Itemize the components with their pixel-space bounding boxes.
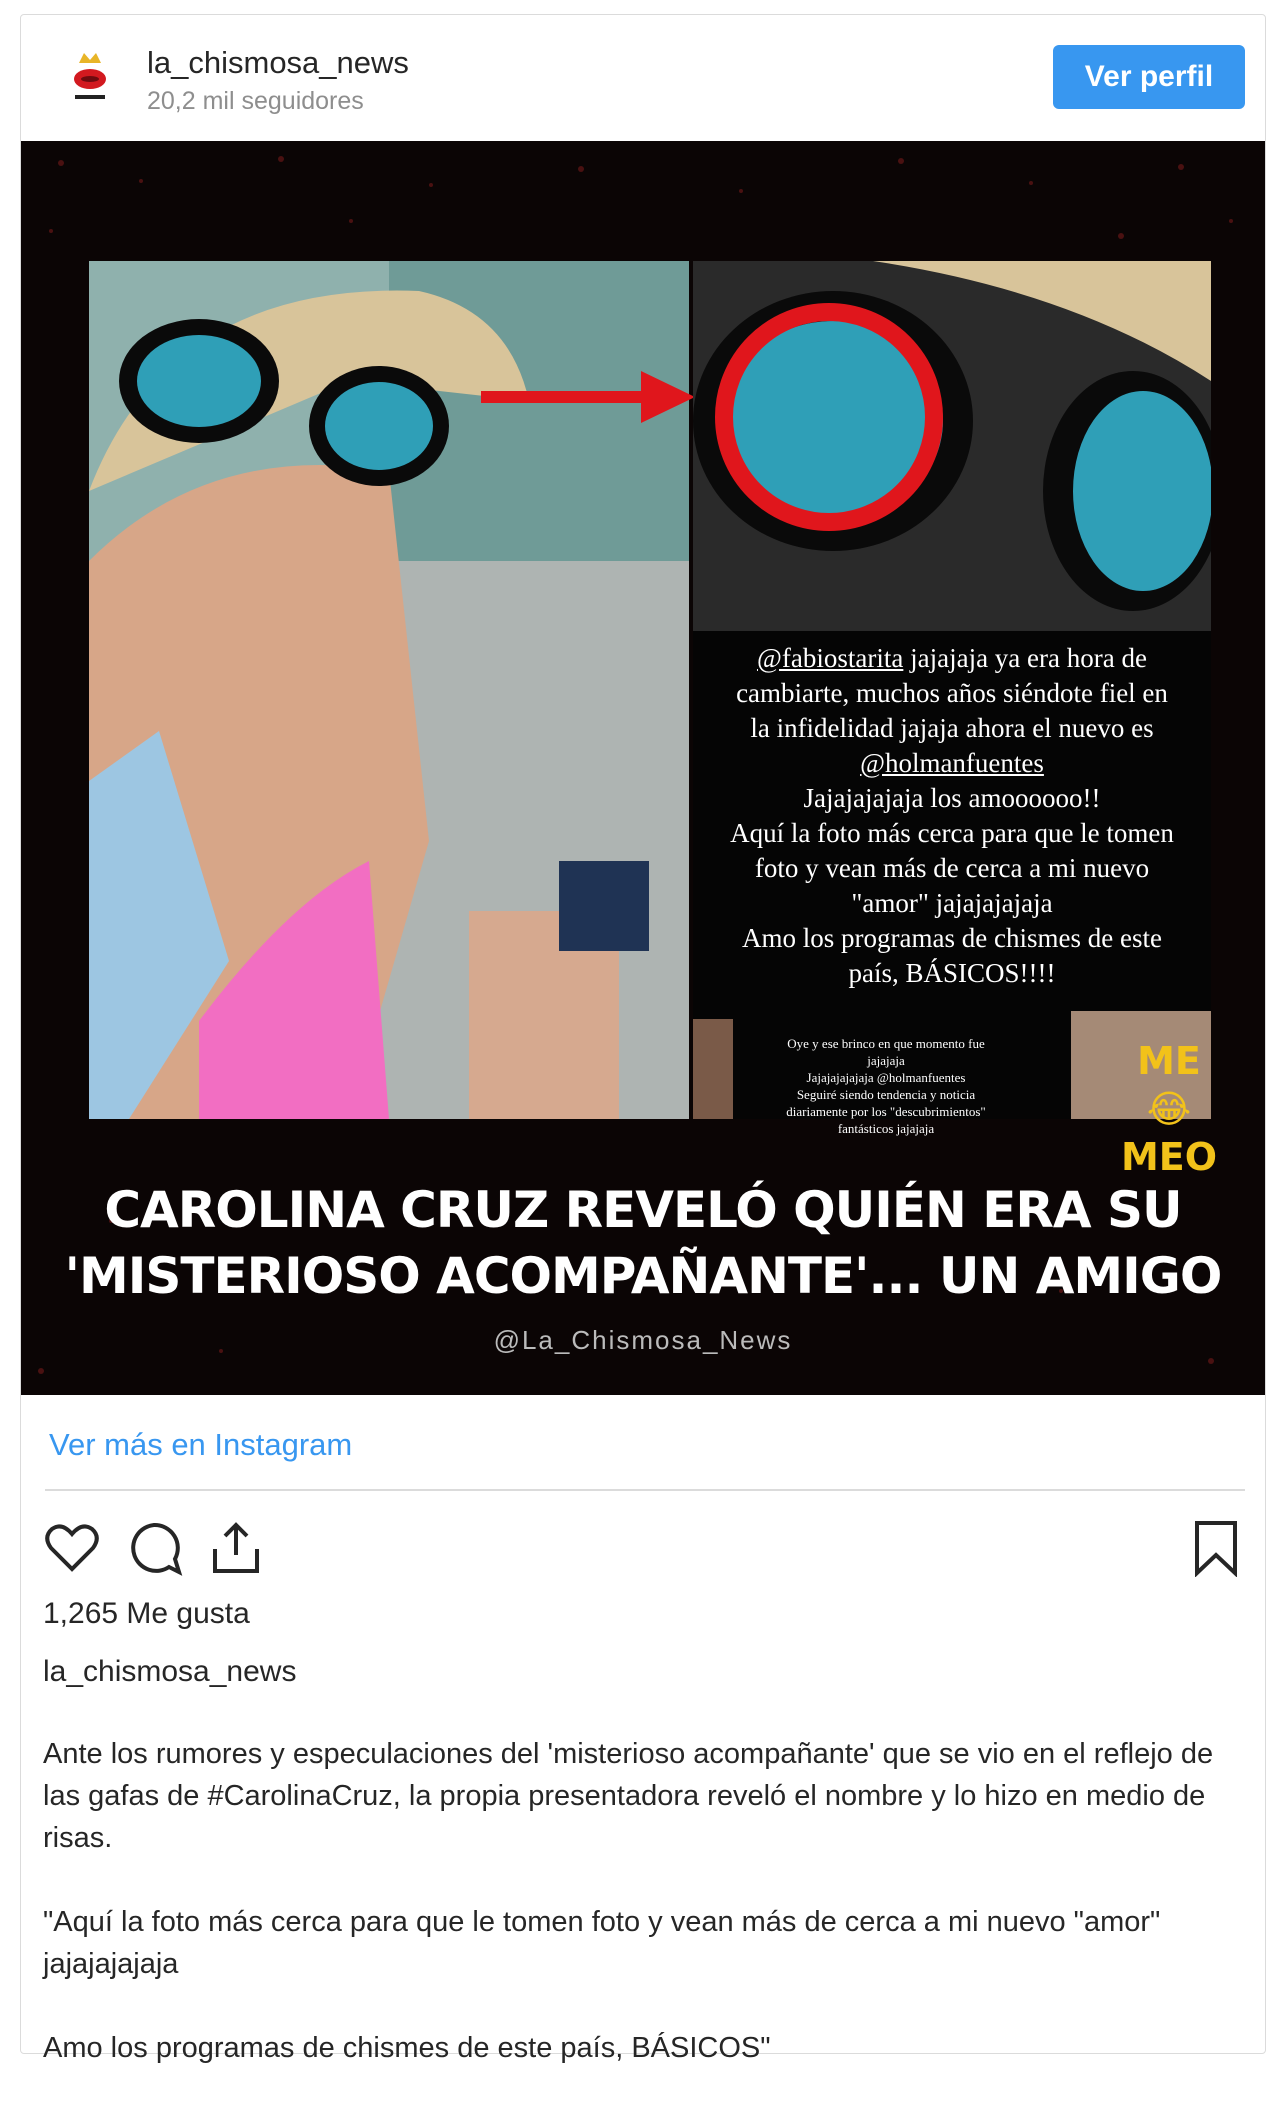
red-arrow-icon (481, 371, 695, 423)
story-text-span: Amo los programas de chismes de este (742, 923, 1162, 953)
post-header: la_chismosa_news 20,2 mil seguidores Ver… (21, 15, 1265, 141)
me-meo-sticker: ME 😂 MEO (1109, 1037, 1229, 1181)
story-line: Aquí la foto más cerca para que le tomen (693, 816, 1211, 851)
view-more-instagram-link[interactable]: Ver más en Instagram (49, 1427, 352, 1463)
story-mention: @holmanfuentes (860, 748, 1044, 778)
story-text-span: Jajajajajaja los amoooooo!! (803, 783, 1101, 813)
follower-count: 20,2 mil seguidores (147, 87, 364, 115)
story-caption-text: @fabiostarita jajajaja ya era hora de cam… (693, 641, 1211, 991)
view-profile-button[interactable]: Ver perfil (1053, 45, 1245, 109)
crown-lips-logo-icon (74, 53, 106, 99)
divider (45, 1489, 1245, 1491)
caption-paragraph: Amo los programas de chismes de este paí… (43, 2032, 771, 2064)
story-line: Amo los programas de chismes de este (693, 921, 1211, 956)
story-line: "amor" jajajajajaja (693, 886, 1211, 921)
headline-line-2: 'MISTERIOSO ACOMPAÑANTE'... UN AMIGO (64, 1247, 1223, 1305)
story-text-span: país, BÁSICOS!!!! (848, 958, 1056, 988)
story-text-span: "amor" jajajajajaja (851, 888, 1053, 918)
story-line: Jajajajajaja los amoooooo!! (693, 781, 1211, 816)
story-line: cambiarte, muchos años siéndote fiel en (693, 676, 1211, 711)
bookmark-icon[interactable] (1187, 1519, 1245, 1578)
instagram-embed-card: la_chismosa_news 20,2 mil seguidores Ver… (20, 14, 1266, 2064)
watermark: @La_Chismosa_News (493, 1325, 793, 1355)
story-text-span: la infidelidad jajaja ahora el nuevo es (750, 713, 1154, 743)
comment-icon[interactable] (125, 1519, 183, 1577)
story-line: la infidelidad jajaja ahora el nuevo es (693, 711, 1211, 746)
laughing-emoji-icon: 😂 (1146, 1087, 1192, 1131)
caption-paragraph: "Aquí la foto más cerca para que le tome… (43, 1906, 1161, 1980)
story-text-span: Aquí la foto más cerca para que le tomen (730, 818, 1174, 848)
headline: CAROLINA CRUZ REVELÓ QUIÉN ERA SU 'MISTE… (21, 1177, 1265, 1309)
red-circle-highlight-icon (715, 303, 943, 531)
caption-paragraph: Ante los rumores y especulaciones del 'm… (43, 1738, 1214, 1854)
header-username[interactable]: la_chismosa_news (147, 45, 409, 81)
story-small-line: Jajajajajajaja @holmanfuentes (806, 1070, 966, 1085)
story-small-line: fantásticos jajajaja (837, 1121, 935, 1136)
sticker-line: MEO (1120, 1135, 1218, 1179)
story-line: @holmanfuentes (693, 746, 1211, 781)
post-image[interactable]: @fabiostarita jajajaja ya era hora de cam… (21, 141, 1265, 1395)
story-small-line: jajajaja (867, 1053, 905, 1068)
sticker-line: ME (1137, 1039, 1201, 1083)
story-line: @fabiostarita jajajaja ya era hora de (693, 641, 1211, 676)
story-line: país, BÁSICOS!!!! (693, 956, 1211, 991)
heart-icon[interactable] (43, 1519, 101, 1577)
story-text-span: cambiarte, muchos años siéndote fiel en (736, 678, 1168, 708)
story-text-span: jajajaja ya era hora de (903, 643, 1147, 673)
story-small-text: Oye y ese brinco en que momento fue jajaj… (711, 1035, 1061, 1137)
story-line: foto y vean más de cerca a mi nuevo (693, 851, 1211, 886)
story-small-line: Seguiré siendo tendencia y noticia (796, 1087, 976, 1102)
share-icon[interactable] (207, 1519, 265, 1577)
caption-username[interactable]: la_chismosa_news (43, 1655, 296, 1689)
avatar[interactable] (57, 45, 123, 111)
story-small-line: Oye y ese brinco en que momento fue (787, 1036, 985, 1051)
story-text-span: foto y vean más de cerca a mi nuevo (754, 853, 1150, 883)
story-small-line: diariamente por los "descubrimientos" (786, 1104, 986, 1119)
headline-line-1: CAROLINA CRUZ REVELÓ QUIÉN ERA SU (104, 1181, 1182, 1239)
post-caption: Ante los rumores y especulaciones del 'm… (43, 1733, 1243, 2111)
story-mention: @fabiostarita (757, 643, 904, 673)
like-count[interactable]: 1,265 Me gusta (43, 1597, 250, 1631)
